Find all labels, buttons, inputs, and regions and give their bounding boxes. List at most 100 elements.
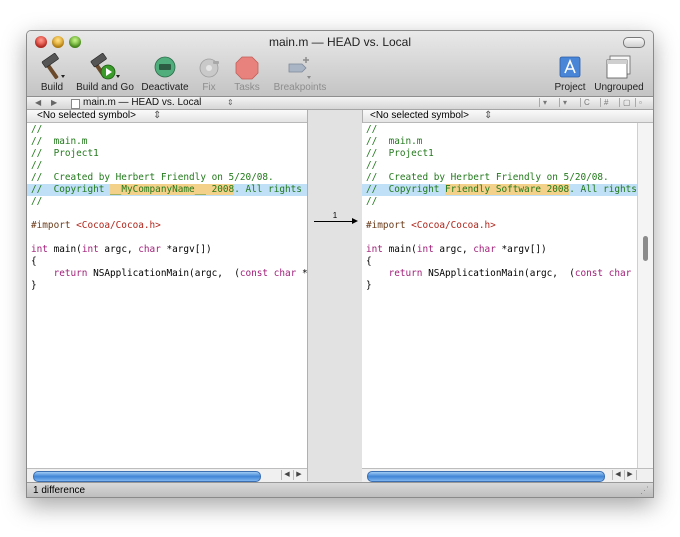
xcode-window: main.m — HEAD vs. Local Build Build and … [26, 30, 654, 498]
code-line[interactable]: { [27, 256, 307, 268]
code-token: // Project1 [31, 148, 99, 159]
tasks-button[interactable]: Tasks [231, 53, 263, 93]
scroll-corner [636, 470, 647, 480]
lock-icon[interactable]: ▫ [635, 98, 649, 107]
code-token: return [53, 268, 88, 279]
scroll-right-icon[interactable]: ▶ [293, 470, 304, 480]
project-icon [556, 53, 584, 81]
title-toolbar: main.m — HEAD vs. Local Build Build and … [27, 31, 653, 97]
bookmarks-menu-icon[interactable]: ▾ [539, 98, 557, 107]
code-token: char [273, 268, 297, 279]
history-menu-icon[interactable]: ▾ [559, 98, 579, 107]
split-view-icon[interactable]: ▢ [619, 98, 635, 107]
stop-icon [233, 53, 261, 81]
code-line[interactable]: return NSApplicationMain(argc, (const ch… [362, 268, 637, 280]
code-line[interactable]: { [362, 256, 637, 268]
left-horizontal-scrollbar[interactable]: ◀ ▶ [27, 468, 307, 482]
code-token: // [366, 124, 378, 135]
horizontal-scroll-thumb[interactable] [367, 471, 605, 482]
code-line[interactable]: // [362, 160, 637, 172]
build-button[interactable]: Build [37, 53, 67, 93]
code-line[interactable]: // main.m [362, 136, 637, 148]
right-vertical-scrollbar[interactable] [637, 123, 653, 468]
deactivate-button[interactable]: Deactivate [140, 53, 190, 93]
code-line[interactable]: #import <Cocoa/Cocoa.h> [362, 220, 637, 232]
left-editor-pane[interactable]: //// main.m// Project1//// Created by He… [27, 123, 307, 468]
code-line[interactable] [362, 208, 637, 220]
ungrouped-icon [604, 53, 634, 81]
window-title: main.m — HEAD vs. Local [268, 35, 412, 49]
code-token: argc, [433, 244, 474, 255]
code-line[interactable] [362, 232, 637, 244]
code-line[interactable]: // Created by Herbert Friendly on 5/20/0… [362, 172, 637, 184]
left-symbol-popup[interactable]: <No selected symbol> ⇕ [27, 110, 307, 123]
right-editor-pane[interactable]: //// main.m// Project1//// Created by He… [362, 123, 637, 468]
right-symbol-popup[interactable]: <No selected symbol> ⇕ [362, 110, 653, 123]
code-line[interactable]: return NSApplicationMain(argc, (const ch… [27, 268, 307, 280]
fix-icon [195, 53, 223, 81]
code-token: *argv[]) [495, 244, 547, 255]
back-arrow-icon[interactable]: ◀ [35, 97, 41, 109]
project-button[interactable]: Project [552, 53, 588, 93]
code-token: // [31, 196, 43, 207]
code-token: NSApplicationMain(argc, ( [87, 268, 240, 279]
horizontal-scroll-thumb[interactable] [33, 471, 261, 482]
resize-grip-icon[interactable]: ⋰ [640, 483, 649, 497]
code-line[interactable] [27, 232, 307, 244]
popup-arrows-icon: ⇕ [484, 110, 493, 121]
build-and-go-button[interactable]: Build and Go [75, 53, 135, 93]
code-token: int [416, 244, 434, 255]
breakpoints-button[interactable]: Breakpoints [272, 53, 328, 93]
right-horizontal-scrollbar[interactable]: ◀ ▶ [362, 468, 653, 482]
code-token: *argv[]) [160, 244, 212, 255]
popup-arrows-icon: ⇕ [153, 110, 162, 121]
code-token: <Cocoa/Cocoa.h> [411, 220, 496, 231]
code-line[interactable]: #import <Cocoa/Cocoa.h> [27, 220, 307, 232]
code-token: return [388, 268, 423, 279]
build-and-go-icon [88, 53, 122, 81]
class-menu[interactable]: C [580, 98, 598, 107]
code-line[interactable]: // [27, 196, 307, 208]
code-token: . All rights reserv [234, 184, 302, 195]
code-line-changed[interactable]: // Copyright __MyCompanyName__ 2008. All… [27, 184, 307, 196]
scroll-left-icon[interactable]: ◀ [612, 470, 623, 480]
scroll-left-icon[interactable]: ◀ [281, 470, 292, 480]
code-line[interactable]: int main(int argc, char *argv[]) [362, 244, 637, 256]
code-line[interactable]: // [27, 160, 307, 172]
code-line[interactable]: int main(int argc, char *argv[]) [27, 244, 307, 256]
code-token: main( [382, 244, 417, 255]
code-token: int [31, 244, 48, 255]
forward-arrow-icon[interactable]: ▶ [51, 97, 57, 109]
status-text: 1 difference [33, 485, 86, 496]
changed-text: 2008 [540, 184, 570, 195]
code-line[interactable]: // [362, 124, 637, 136]
code-line[interactable]: // main.m [27, 136, 307, 148]
file-popup[interactable]: main.m — HEAD vs. Local [83, 97, 201, 109]
code-token: argc, [98, 244, 139, 255]
code-line[interactable]: } [362, 280, 637, 292]
code-line[interactable]: // Project1 [362, 148, 637, 160]
code-line[interactable]: // [362, 196, 637, 208]
code-token: // Copyright [366, 184, 446, 195]
code-line[interactable]: // Project1 [27, 148, 307, 160]
fix-button[interactable]: Fix [195, 53, 223, 93]
breakpoints-icon [285, 53, 315, 81]
include-menu[interactable]: # [600, 98, 618, 107]
code-token: #import [31, 220, 77, 231]
diff-connector-line [314, 221, 354, 222]
code-line[interactable]: // Created by Herbert Friendly on 5/20/0… [27, 172, 307, 184]
code-token: . All rights reserv [569, 184, 637, 195]
code-token: <Cocoa/Cocoa.h> [76, 220, 161, 231]
code-line[interactable]: // [27, 124, 307, 136]
toolbar-toggle-button[interactable] [623, 37, 645, 48]
code-line[interactable] [27, 208, 307, 220]
ungrouped-button[interactable]: Ungrouped [593, 53, 645, 93]
code-token: // Created by Herbert Friendly on 5/20/0… [366, 172, 609, 183]
symbol-label: <No selected symbol> [370, 110, 469, 121]
status-bar: 1 difference ⋰ [27, 482, 653, 497]
code-token: // [31, 124, 43, 135]
vertical-scroll-thumb[interactable] [643, 236, 648, 261]
scroll-right-icon[interactable]: ▶ [624, 470, 635, 480]
code-line-changed[interactable]: // Copyright Friendly Software 2008. All… [362, 184, 637, 196]
code-line[interactable]: } [27, 280, 307, 292]
